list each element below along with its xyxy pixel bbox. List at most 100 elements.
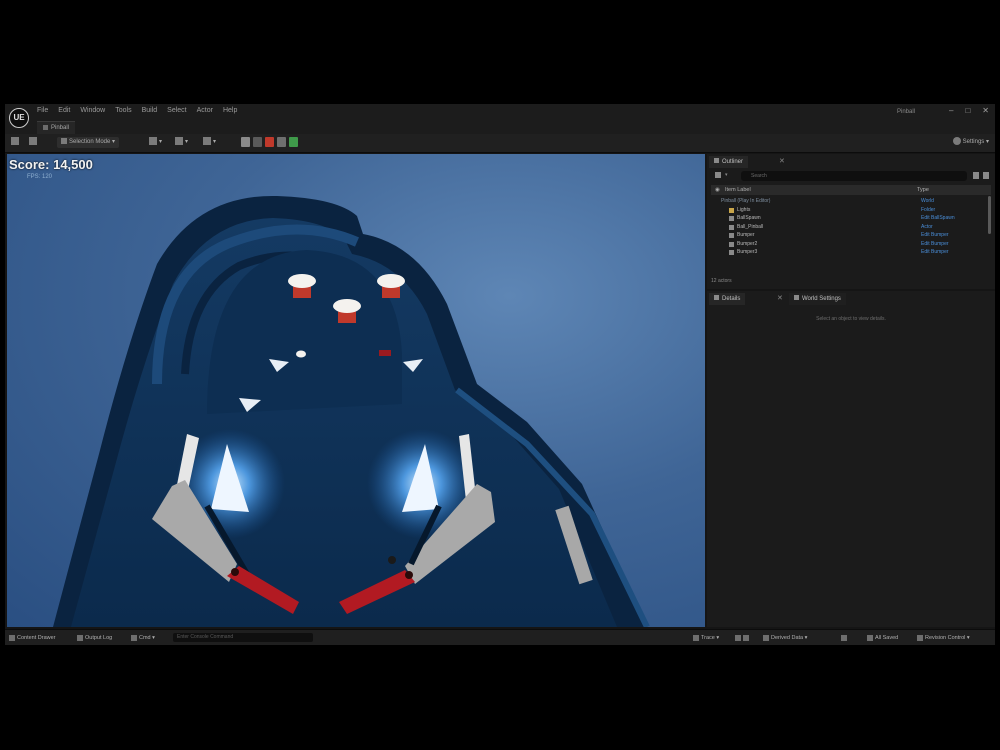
flipper-pivot-right (405, 571, 413, 579)
window-controls: – □ ✕ (949, 106, 989, 115)
menu-select[interactable]: Select (167, 107, 186, 114)
tab-outliner[interactable]: Outliner (709, 156, 749, 168)
revision-control-button[interactable]: Revision Control ▾ (917, 633, 970, 643)
unreal-logo-icon[interactable]: UE (9, 108, 29, 128)
column-type[interactable]: Type (917, 185, 929, 195)
pause-icon[interactable] (253, 137, 262, 147)
save-button[interactable] (11, 137, 21, 148)
details-tab-label: Details (722, 296, 741, 302)
mode-label: Selection Mode (69, 139, 111, 145)
menu-edit[interactable]: Edit (58, 107, 70, 114)
title-bar: UE File Edit Window Tools Build Select A… (5, 104, 995, 134)
details-icon (714, 295, 719, 300)
play-options-icon[interactable] (289, 137, 298, 147)
fps-readout: FPS: 120 (27, 174, 53, 180)
menu-actor[interactable]: Actor (197, 107, 213, 114)
level-tab[interactable]: Pinball (37, 121, 76, 134)
revision-control-icon (917, 634, 923, 641)
tree-row[interactable]: BallSpawn Edit BallSpawn (715, 214, 961, 223)
actor-icon (729, 233, 734, 238)
pinball-scene (53, 195, 650, 627)
actor-icon (729, 250, 734, 255)
blueprint-icon (175, 137, 183, 146)
folder-icon (29, 137, 37, 146)
maximize-icon[interactable]: □ (965, 106, 970, 115)
tree-row-name: BallSpawn (737, 215, 761, 221)
save-status-icon (867, 634, 873, 641)
settings-icon[interactable] (983, 172, 989, 179)
minimize-icon[interactable]: – (949, 106, 953, 115)
play-icon[interactable] (241, 137, 250, 147)
console-command-input[interactable]: Enter Console Command (173, 633, 313, 642)
cursor-icon (61, 138, 67, 145)
close-details-icon[interactable]: ✕ (777, 294, 783, 302)
column-item-label[interactable]: Item Label (725, 185, 751, 195)
level-viewport[interactable]: Score: 14,500 FPS: 120 (7, 154, 705, 627)
clapper-icon (203, 137, 211, 146)
cinematics-button[interactable]: ▾ (203, 137, 216, 148)
red-target (379, 350, 391, 356)
blueprint-button[interactable]: ▾ (175, 137, 188, 148)
content-drawer-icon (9, 634, 15, 641)
tree-row[interactable]: Bumper2 Edit Bumper (715, 240, 961, 249)
close-outliner-icon[interactable]: ✕ (779, 157, 785, 165)
all-saved-button[interactable]: All Saved (867, 633, 898, 643)
derived-data-button[interactable]: Derived Data ▾ (763, 633, 807, 643)
eject-icon[interactable] (277, 137, 286, 147)
sb-extra-button[interactable] (735, 633, 751, 643)
stop-icon[interactable] (265, 137, 274, 147)
menu-window[interactable]: Window (80, 107, 105, 114)
actor-icon (729, 241, 734, 247)
tree-row-name: Bumper3 (737, 249, 758, 255)
tree-row[interactable]: Pinball (Play In Editor) World (715, 197, 961, 206)
menu-file[interactable]: File (37, 107, 48, 114)
tree-row-name: Bumper (737, 232, 755, 238)
play-controls (241, 137, 298, 147)
trace-label: Trace (701, 635, 715, 641)
tab-world-settings[interactable]: World Settings (789, 293, 846, 305)
tree-row[interactable]: Lights Folder (715, 206, 961, 215)
menu-build[interactable]: Build (142, 107, 158, 114)
settings-button[interactable]: Settings ▾ (952, 137, 989, 148)
output-log-icon (77, 634, 83, 641)
trace-button[interactable]: Trace ▾ (693, 633, 719, 643)
cmd-label: Cmd (139, 635, 151, 641)
source-control-icon-button[interactable] (841, 633, 849, 643)
visibility-column-icon[interactable]: ◉ (715, 185, 720, 195)
outliner-scrollbar[interactable] (988, 196, 991, 234)
menu-help[interactable]: Help (223, 107, 237, 114)
filter-icon[interactable] (715, 172, 721, 178)
outliner-icon (714, 158, 719, 163)
filter-dropdown-icon[interactable]: ▾ (725, 172, 728, 178)
outliner-search-input[interactable]: Search (741, 171, 967, 181)
tree-row[interactable]: Bumper Edit Bumper (715, 231, 961, 240)
score-display: Score: 14,500 (9, 157, 93, 172)
tree-row-type: Edit Bumper (921, 249, 949, 255)
tree-row[interactable]: Ball_Pinball Actor (715, 223, 961, 232)
add-button[interactable]: ▾ (149, 137, 162, 148)
grid-icon (743, 634, 749, 641)
score-value: 14,500 (53, 157, 93, 172)
tree-row-name: Bumper2 (737, 240, 758, 247)
tree-row-type: Folder (921, 206, 936, 213)
add-folder-icon[interactable] (973, 172, 979, 179)
revision-control-label: Revision Control (925, 635, 966, 641)
close-icon[interactable]: ✕ (982, 106, 989, 115)
content-drawer-label: Content Drawer (17, 635, 56, 641)
tree-row[interactable]: Bumper3 Edit Bumper (715, 248, 961, 257)
add-actor-icon (149, 137, 157, 146)
trace-icon (693, 634, 699, 641)
content-button[interactable] (29, 137, 39, 148)
menu-tools[interactable]: Tools (115, 107, 131, 114)
tree-row-type: Actor (921, 223, 933, 230)
level-tab-label: Pinball (51, 125, 70, 131)
status-bar: Content Drawer Output Log Cmd ▾ Enter Co… (5, 629, 995, 645)
tab-details[interactable]: Details (709, 293, 746, 305)
mode-dropdown[interactable]: Selection Mode ▾ (57, 137, 120, 148)
cmd-dropdown[interactable]: Cmd ▾ (131, 633, 155, 643)
content-drawer-button[interactable]: Content Drawer (9, 633, 56, 643)
tree-row-type: Edit BallSpawn (921, 215, 955, 221)
output-log-button[interactable]: Output Log (77, 633, 112, 643)
tree-row-type: Edit Bumper (921, 240, 949, 247)
outliner-header: ◉ Item Label Type (711, 185, 991, 195)
